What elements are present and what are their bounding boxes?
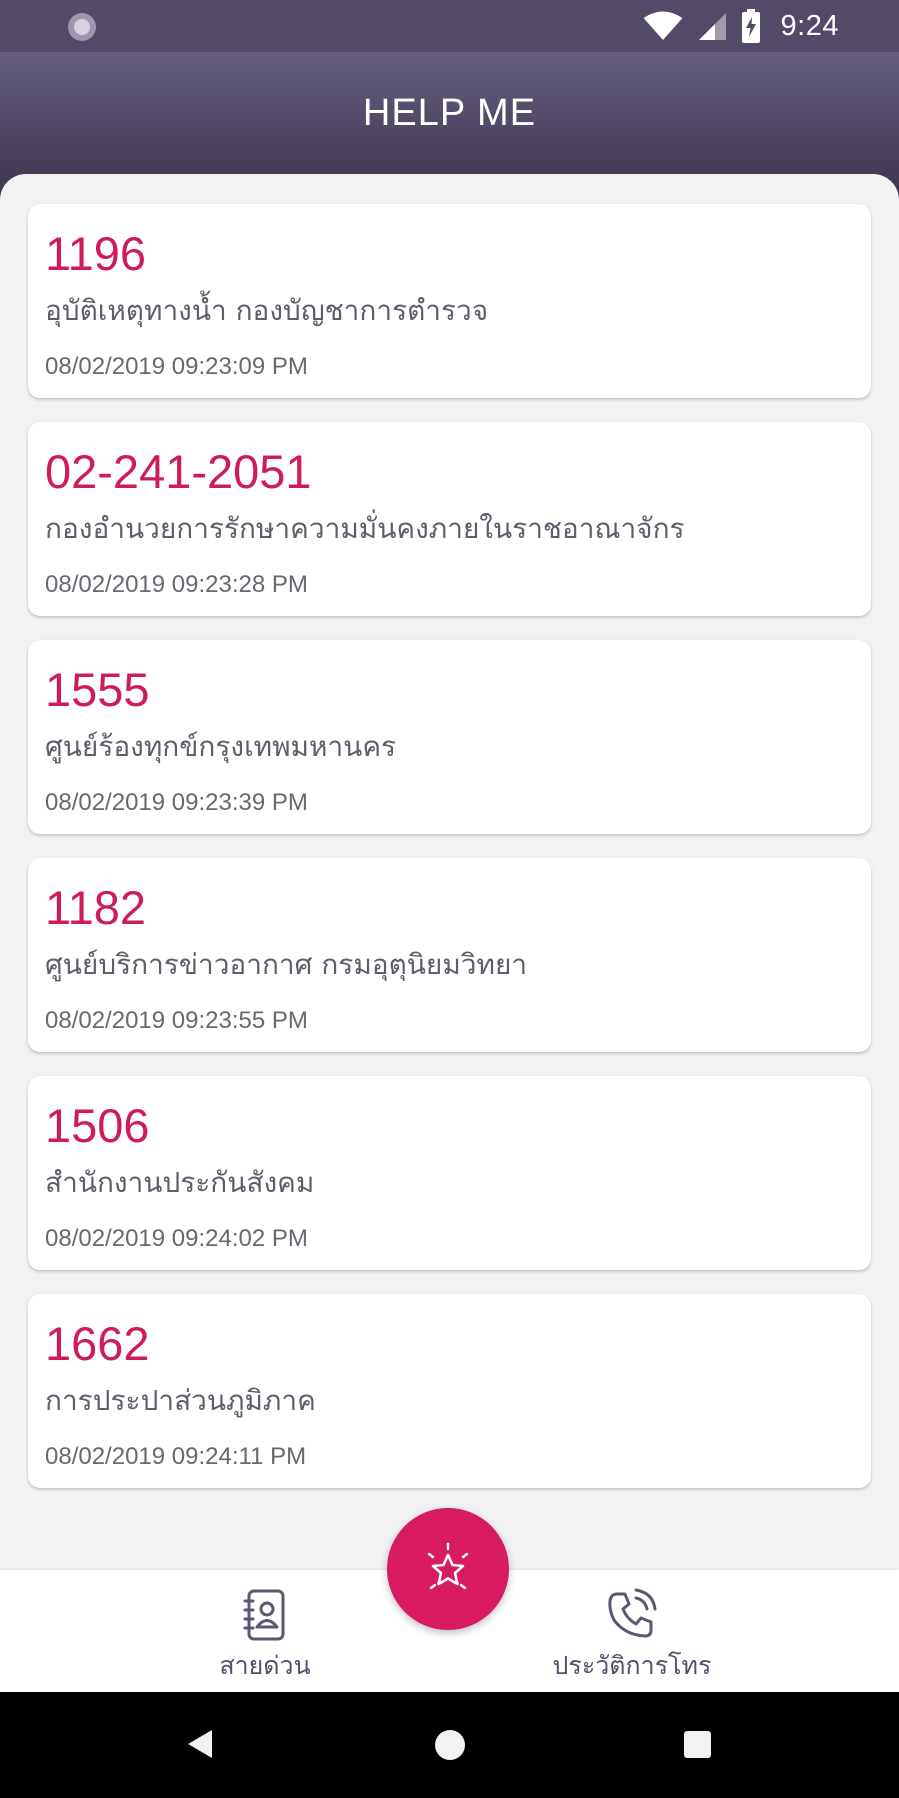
hotline-name: ศูนย์ร้องทุกข์กรุงเทพมหานคร: [45, 730, 397, 763]
back-icon[interactable]: [186, 1728, 214, 1760]
status-icons: 9:24: [643, 8, 839, 44]
home-icon[interactable]: [435, 1730, 465, 1760]
battery-charging-icon: [741, 9, 760, 43]
hotline-name: การประปาส่วนภูมิภาค: [45, 1384, 316, 1417]
hotline-number: 1182: [45, 881, 147, 934]
hotline-name: กองอำนวยการรักษาความมั่นคงภายในราชอาณาจั…: [45, 512, 685, 545]
signal-icon: [698, 13, 726, 40]
call-datetime: 08/02/2019 09:24:11 PM: [45, 1443, 307, 1470]
wifi-icon: [643, 11, 683, 40]
history-card[interactable]: 1555 ศูนย์ร้องทุกข์กรุงเทพมหานคร 08/02/2…: [28, 640, 871, 834]
hotline-name: ศูนย์บริการข่าวอากาศ กรมอุตุนิยมวิทยา: [45, 948, 528, 981]
notification-icon: [68, 13, 96, 41]
hotline-number: 02-241-2051: [45, 445, 312, 498]
history-card[interactable]: 1196 อุบัติเหตุทางน้ำ กองบัญชาการตำรวจ 0…: [28, 204, 871, 398]
contacts-book-icon: [243, 1589, 285, 1641]
nav-item-call-history[interactable]: ประวัติการโทร: [502, 1588, 762, 1686]
history-card[interactable]: 02-241-2051 กองอำนวยการรักษาความมั่นคงภา…: [28, 422, 871, 616]
nav-item-hotline[interactable]: สายด่วน: [135, 1588, 395, 1686]
hotline-number: 1662: [45, 1317, 150, 1370]
call-datetime: 08/02/2019 09:23:09 PM: [45, 353, 308, 380]
status-time: 9:24: [780, 9, 839, 42]
history-card[interactable]: 1662 การประปาส่วนภูมิภาค 08/02/2019 09:2…: [28, 1294, 871, 1488]
status-bar: 9:24: [0, 0, 899, 52]
nav-label-hotline: สายด่วน: [219, 1651, 311, 1680]
history-card[interactable]: 1506 สำนักงานประกันสังคม 08/02/2019 09:2…: [28, 1076, 871, 1270]
hotline-name: สำนักงานประกันสังคม: [45, 1166, 315, 1199]
recents-icon[interactable]: [684, 1731, 711, 1758]
hotline-name: อุบัติเหตุทางน้ำ กองบัญชาการตำรวจ: [45, 294, 489, 327]
call-datetime: 08/02/2019 09:24:02 PM: [45, 1225, 308, 1252]
call-history-list-container: 1196 อุบัติเหตุทางน้ำ กองบัญชาการตำรวจ 0…: [0, 174, 899, 1574]
phone-call-icon: [608, 1588, 657, 1638]
hotline-number: 1555: [45, 663, 150, 716]
nav-label-call-history: ประวัติการโทร: [552, 1651, 712, 1680]
call-datetime: 08/02/2019 09:23:39 PM: [45, 789, 308, 816]
page-title: HELP ME: [362, 92, 537, 134]
hotline-number: 1196: [45, 227, 147, 280]
system-navigation-bar: [0, 1692, 899, 1798]
call-datetime: 08/02/2019 09:23:55 PM: [45, 1007, 308, 1034]
favorites-fab-button[interactable]: [387, 1508, 509, 1630]
history-card[interactable]: 1182 ศูนย์บริการข่าวอากาศ กรมอุตุนิยมวิท…: [28, 858, 871, 1052]
call-history-list: 1196 อุบัติเหตุทางน้ำ กองบัญชาการตำรวจ 0…: [28, 204, 871, 1512]
call-datetime: 08/02/2019 09:23:28 PM: [45, 571, 308, 598]
star-icon: [427, 1542, 469, 1590]
hotline-number: 1506: [45, 1099, 150, 1152]
